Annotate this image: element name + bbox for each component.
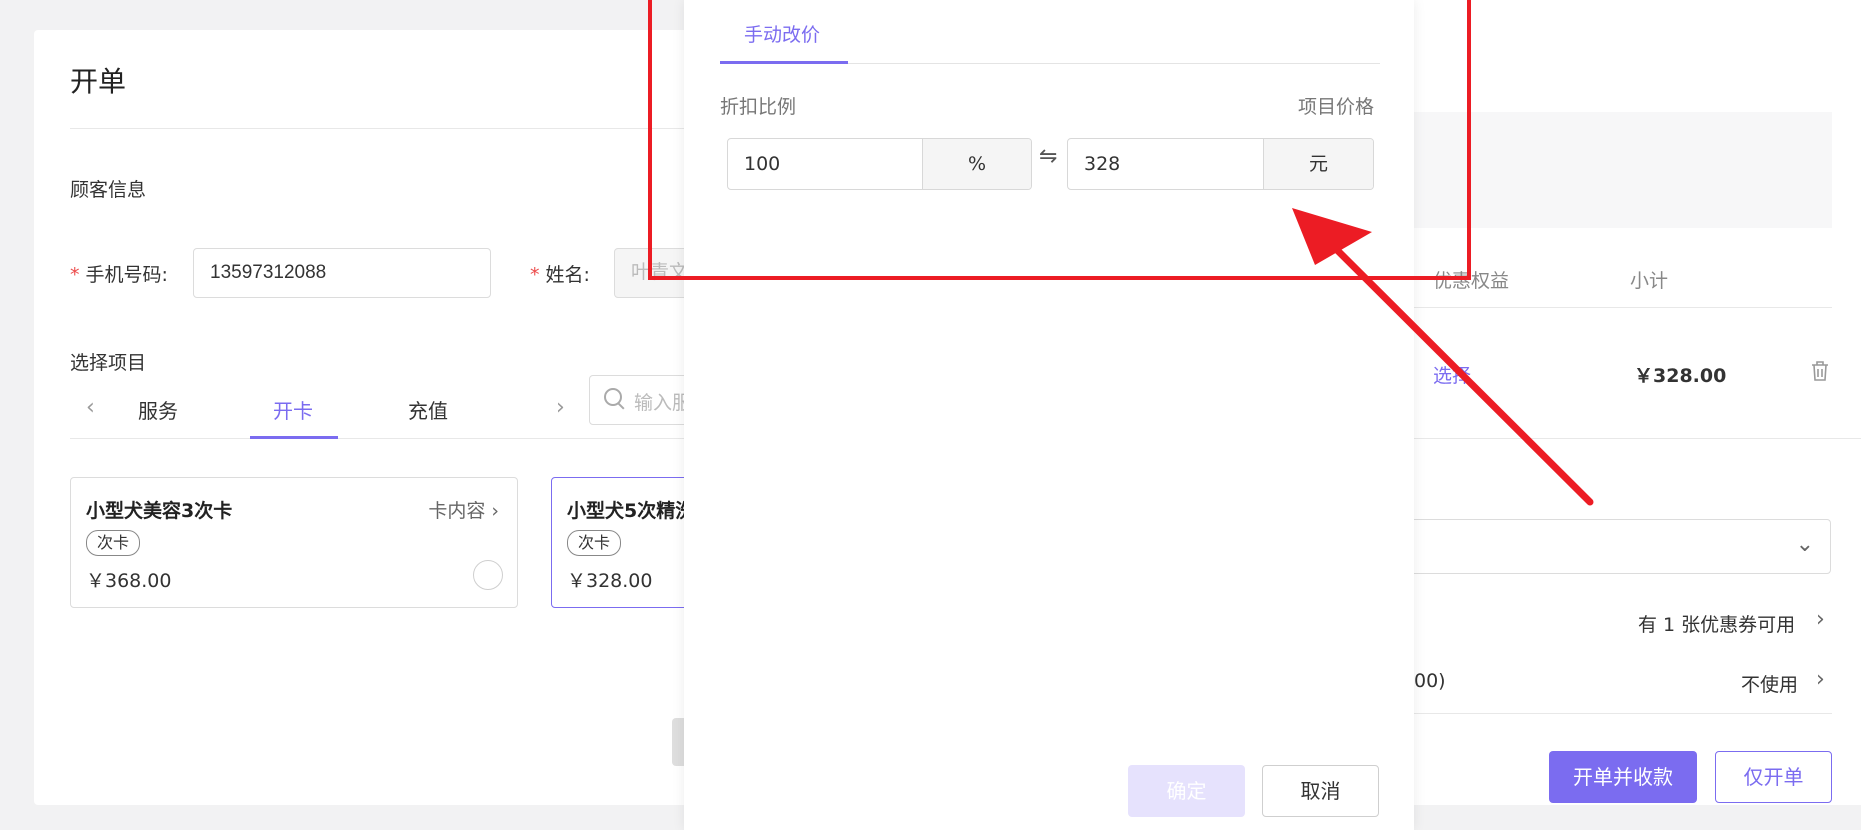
price-input[interactable]: 328 [1068, 139, 1263, 189]
price-edit-panel [684, 0, 1414, 830]
card-tag: 次卡 [86, 530, 141, 556]
discount-input[interactable]: 100 [728, 139, 922, 189]
card-title: 小型犬美容3次卡 [86, 500, 233, 522]
yuan-unit: 元 [1263, 139, 1373, 189]
summary-grey-block [1414, 112, 1832, 228]
name-label: * 姓名: [530, 260, 590, 287]
card-item[interactable]: 小型犬美容3次卡 卡内容 › 次卡 ￥368.00 [70, 477, 518, 608]
open-order-only-button[interactable]: 仅开单 [1715, 751, 1832, 803]
card-radio[interactable] [473, 560, 503, 590]
coupon-available[interactable]: 有 1 张优惠券可用 [1638, 610, 1795, 637]
search-icon [604, 388, 622, 406]
phone-input[interactable]: 13597312088 [193, 248, 491, 298]
chevron-right-icon[interactable]: › [556, 395, 565, 420]
title-divider [70, 128, 690, 129]
select-section-title: 选择项目 [70, 352, 147, 374]
header-discount: 优惠权益 [1433, 270, 1510, 292]
chevron-down-icon: ⌄ [1795, 532, 1814, 557]
card-price: ￥368.00 [86, 570, 172, 592]
header-subtotal: 小计 [1630, 270, 1669, 292]
percent-unit: % [922, 139, 1031, 189]
card-tag: 次卡 [567, 530, 622, 556]
price-input-group[interactable]: 328 元 [1067, 138, 1374, 190]
discount-label: 折扣比例 [720, 96, 797, 118]
chevron-left-icon[interactable]: ‹ [86, 395, 95, 420]
card-price: ￥328.00 [567, 570, 653, 592]
select-discount-link[interactable]: 选择 [1433, 361, 1471, 388]
tab-recharge[interactable]: 充值 [408, 395, 448, 424]
chevron-right-icon[interactable]: › [1816, 667, 1825, 692]
points-option[interactable]: 不使用 [1741, 670, 1798, 697]
tab-service[interactable]: 服务 [138, 395, 178, 424]
row-divider [1414, 713, 1832, 714]
name-label-text: 姓名: [545, 264, 590, 286]
phone-label: * 手机号码: [70, 260, 168, 287]
tabs-divider [70, 438, 690, 439]
required-mark: * [530, 264, 540, 286]
points-label-partial: 00) [1414, 670, 1446, 692]
card-item-selected[interactable]: 小型犬5次精洗 次卡 ￥328.00 [551, 477, 701, 608]
row-divider [1414, 307, 1832, 308]
phone-label-text: 手机号码: [85, 264, 168, 286]
required-mark: * [70, 264, 80, 286]
confirm-button[interactable]: 确定 [1128, 765, 1245, 817]
tab-open-card[interactable]: 开卡 [273, 395, 313, 424]
chevron-right-icon: › [491, 500, 499, 522]
row-divider [1414, 438, 1861, 439]
checkout-and-pay-button[interactable]: 开单并收款 [1549, 751, 1697, 803]
discount-input-group[interactable]: 100 % [727, 138, 1032, 190]
swap-icon: ⇋ [1039, 144, 1058, 169]
card-title: 小型犬5次精洗 [567, 500, 695, 522]
page-title: 开单 [70, 65, 127, 98]
staff-select[interactable]: ⌄ [1380, 519, 1831, 574]
card-content-link-text: 卡内容 [428, 500, 486, 522]
active-tab-indicator [720, 61, 848, 64]
tab-manual-price[interactable]: 手动改价 [744, 20, 820, 47]
price-label: 项目价格 [1298, 96, 1375, 118]
customer-section-title: 顾客信息 [70, 179, 147, 201]
trash-icon[interactable] [1810, 360, 1830, 382]
row-subtotal: ￥328.00 [1634, 365, 1727, 387]
search-placeholder: 输入服 [634, 392, 692, 414]
card-content-link[interactable]: 卡内容 › [428, 496, 499, 523]
cancel-button[interactable]: 取消 [1262, 765, 1379, 817]
chevron-right-icon[interactable]: › [1816, 607, 1825, 632]
active-tab-indicator [250, 436, 338, 439]
